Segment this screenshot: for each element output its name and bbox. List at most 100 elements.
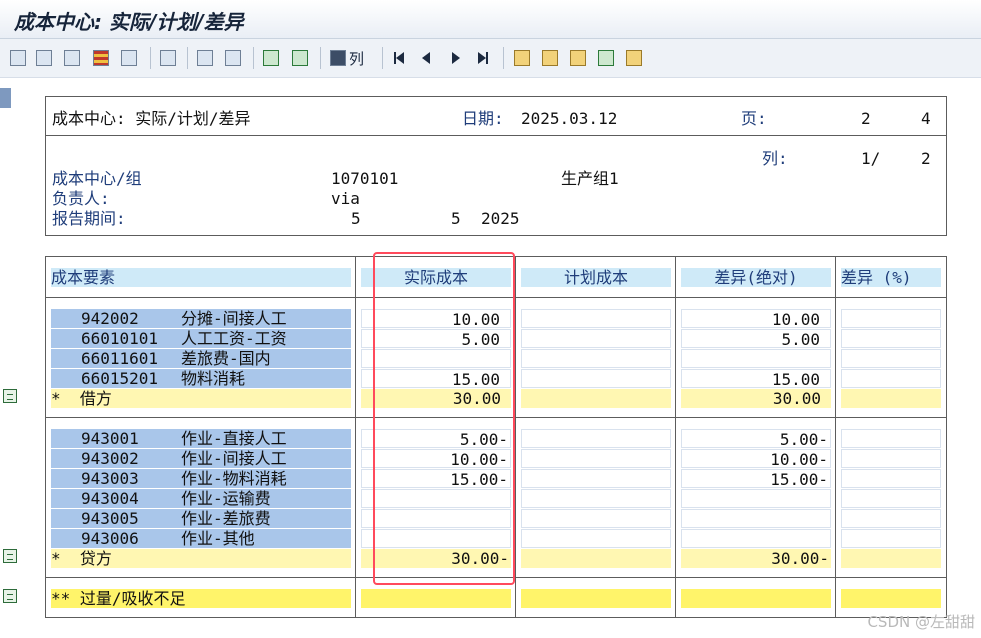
grand-total-pct: [841, 589, 941, 608]
plan-cell: [521, 449, 671, 468]
subtotal-icon[interactable]: [3, 389, 19, 405]
col-header-actual[interactable]: 实际成本: [361, 268, 511, 287]
plan-cell: [521, 489, 671, 508]
table-row[interactable]: 943001 作业-直接人工: [51, 429, 351, 448]
pct-cell: [841, 489, 941, 508]
actual-cell: 15.00-: [361, 469, 511, 489]
column-current: 1/: [861, 149, 881, 168]
actual-cell: 5.00: [361, 329, 511, 349]
debit-total-pct: [841, 389, 941, 408]
diff-cell: [681, 349, 831, 368]
col-header-element[interactable]: 成本要素: [51, 268, 351, 287]
print-preview-icon[interactable]: [64, 49, 80, 67]
grand-total-diff: [681, 589, 831, 608]
cost-center-name: 生产组1: [561, 169, 619, 188]
report-area: 成本中心: 实际/计划/差异 日期: 2025.03.12 页: 2 4 列: …: [0, 78, 981, 638]
pct-cell: [841, 529, 941, 548]
debit-total-actual: 30.00: [361, 389, 511, 408]
pct-cell: [841, 449, 941, 468]
table-icon[interactable]: [225, 49, 241, 67]
hierarchy-icon[interactable]: [10, 49, 26, 67]
pct-cell: [841, 369, 941, 388]
credit-total-actual: 30.00-: [361, 549, 511, 568]
period-year: 2025: [481, 209, 520, 228]
col-header-plan[interactable]: 计划成本: [521, 268, 671, 287]
diff-cell: 10.00-: [681, 449, 831, 469]
table-row[interactable]: 66010101 人工工资-工资: [51, 329, 351, 348]
plan-cell: [521, 529, 671, 548]
credit-total-plan: [521, 549, 671, 568]
diff-cell: 15.00-: [681, 469, 831, 489]
previous-page-icon[interactable]: [422, 49, 430, 67]
pct-cell: [841, 509, 941, 528]
table-row[interactable]: 943003 作业-物料消耗: [51, 469, 351, 488]
grand-total-actual: [361, 589, 511, 608]
actual-cell: [361, 509, 511, 528]
debit-total-plan: [521, 389, 671, 408]
diff-cell: [681, 489, 831, 508]
binoculars-icon[interactable]: 列: [330, 49, 370, 68]
diff-cell: 5.00-: [681, 429, 831, 449]
col-header-diff[interactable]: 差异(绝对): [681, 268, 831, 287]
col-header-pct[interactable]: 差异 (%): [841, 268, 941, 287]
tree2-icon[interactable]: [570, 49, 586, 67]
column-count-label: 列:: [762, 149, 788, 168]
expand-icon[interactable]: [514, 49, 530, 67]
plan-cell: [521, 309, 671, 328]
sort-up-icon[interactable]: [263, 49, 279, 67]
pct-cell: [841, 469, 941, 488]
actual-cell: 5.00-: [361, 429, 511, 449]
date-value: 2025.03.12: [521, 109, 618, 128]
plan-cell: [521, 329, 671, 348]
diff-cell: 10.00: [681, 309, 831, 329]
table-row[interactable]: 66011601 差旅费-国内: [51, 349, 351, 368]
details-icon[interactable]: [36, 49, 52, 67]
window-title: 成本中心: 实际/计划/差异: [14, 10, 244, 34]
period-to: 5: [451, 209, 461, 228]
diff-cell: [681, 509, 831, 528]
excel-icon[interactable]: [160, 49, 176, 67]
grand-total-label: ** 过量/吸收不足: [51, 589, 351, 608]
info-icon[interactable]: [121, 49, 137, 67]
credit-total-pct: [841, 549, 941, 568]
title-bar: 成本中心: 实际/计划/差异: [0, 0, 981, 39]
cost-center-label: 成本中心/组: [52, 169, 142, 188]
grand-total-plan: [521, 589, 671, 608]
layout-icon[interactable]: [93, 49, 109, 67]
table-row[interactable]: 943006 作业-其他: [51, 529, 351, 548]
period-from: 5: [351, 209, 361, 228]
actual-cell: 10.00-: [361, 449, 511, 469]
table-row[interactable]: 943004 作业-运输费: [51, 489, 351, 508]
pct-cell: [841, 349, 941, 368]
tree-icon[interactable]: [542, 49, 558, 67]
select-icon[interactable]: [197, 49, 213, 67]
column-label: 列: [349, 49, 365, 68]
tree3-icon[interactable]: [598, 49, 614, 67]
table-row[interactable]: 66015201 物料消耗: [51, 369, 351, 388]
first-page-icon[interactable]: [394, 49, 404, 67]
column-total: 2: [921, 149, 931, 168]
subtotal-icon[interactable]: [3, 549, 19, 565]
actual-cell: [361, 489, 511, 508]
last-page-icon[interactable]: [478, 49, 488, 67]
next-page-icon[interactable]: [452, 49, 460, 67]
diff-cell: [681, 529, 831, 548]
table-row[interactable]: 943005 作业-差旅费: [51, 509, 351, 528]
credit-total-diff: 30.00-: [681, 549, 831, 568]
plan-cell: [521, 469, 671, 488]
report-title: 成本中心: 实际/计划/差异: [52, 109, 251, 128]
tree4-icon[interactable]: [626, 49, 642, 67]
debit-total-diff: 30.00: [681, 389, 831, 408]
pct-cell: [841, 429, 941, 448]
table-row[interactable]: 942002 分摊-间接人工: [51, 309, 351, 328]
date-label: 日期:: [462, 109, 504, 128]
filter-icon[interactable]: [292, 49, 308, 67]
credit-total-label: * 贷方: [51, 549, 351, 568]
pct-cell: [841, 309, 941, 328]
table-row[interactable]: 943002 作业-间接人工: [51, 449, 351, 468]
actual-cell: 10.00: [361, 309, 511, 329]
debit-total-label: * 借方: [51, 389, 351, 408]
actual-cell: [361, 349, 511, 368]
responsible-label: 负责人:: [52, 189, 110, 208]
total-icon[interactable]: [3, 589, 19, 605]
